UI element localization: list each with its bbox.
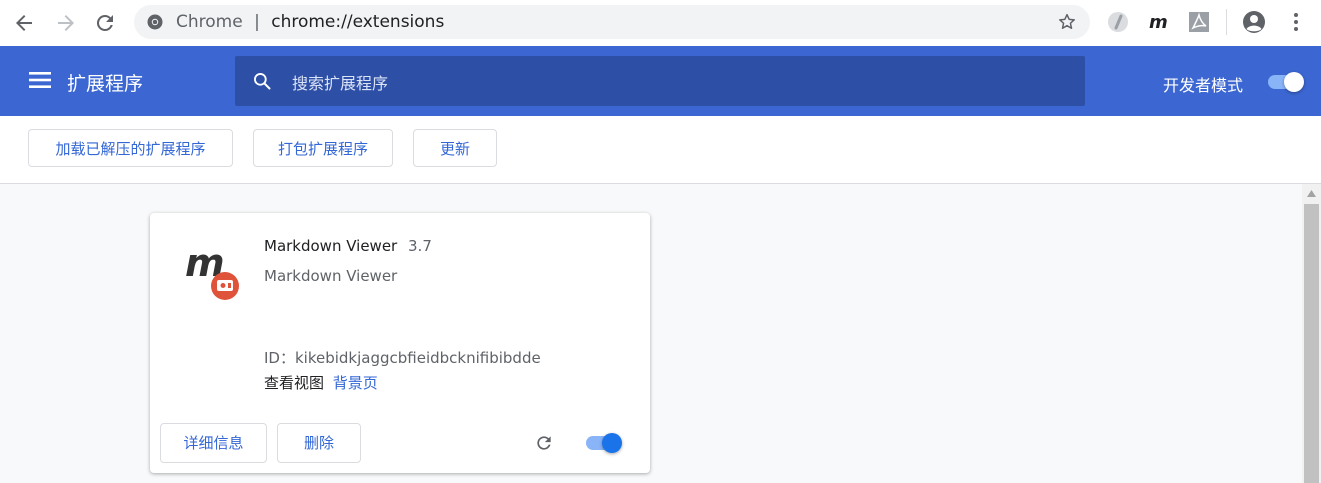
omnibox-url: chrome://extensions bbox=[271, 12, 445, 32]
markdown-viewer-extension-icon[interactable]: m bbox=[1147, 10, 1171, 34]
dev-actions-bar: 加载已解压的扩展程序 打包扩展程序 更新 bbox=[0, 116, 1321, 184]
toolbar-divider bbox=[1226, 9, 1227, 35]
pdf-extension-icon[interactable] bbox=[1187, 10, 1211, 34]
omnibox-separator: | bbox=[254, 12, 260, 32]
scroll-up-arrow-icon[interactable] bbox=[1307, 190, 1316, 197]
back-arrow-icon[interactable] bbox=[12, 11, 36, 35]
search-icon bbox=[253, 73, 271, 90]
extension-reload-icon[interactable] bbox=[1106, 10, 1130, 34]
extension-enable-toggle[interactable] bbox=[586, 433, 622, 453]
dev-mode-toggle-knob bbox=[1284, 72, 1304, 92]
extension-version: 3.7 bbox=[408, 237, 432, 255]
scrollbar[interactable] bbox=[1302, 184, 1321, 483]
extension-title-row: Markdown Viewer 3.7 bbox=[264, 237, 432, 255]
search-box[interactable]: 搜索扩展程序 bbox=[235, 56, 1085, 106]
reload-icon[interactable] bbox=[93, 11, 117, 35]
extension-name: Markdown Viewer bbox=[264, 237, 398, 255]
extension-toggle-knob bbox=[602, 433, 622, 453]
extension-description: Markdown Viewer bbox=[264, 267, 398, 285]
update-button[interactable]: 更新 bbox=[413, 129, 497, 167]
extensions-header: 扩展程序 搜索扩展程序 开发者模式 bbox=[0, 46, 1321, 116]
reload-extension-icon[interactable] bbox=[534, 433, 554, 453]
omnibox-chrome-label: Chrome bbox=[176, 12, 243, 32]
more-menu-icon[interactable] bbox=[1284, 10, 1308, 34]
scrollbar-thumb[interactable] bbox=[1304, 204, 1319, 483]
details-button[interactable]: 详细信息 bbox=[160, 423, 267, 463]
markdown-viewer-logo: m bbox=[183, 240, 243, 300]
remove-button[interactable]: 删除 bbox=[277, 423, 361, 463]
hamburger-menu-icon[interactable] bbox=[29, 70, 51, 90]
load-unpacked-button[interactable]: 加载已解压的扩展程序 bbox=[28, 129, 233, 167]
pack-extension-button[interactable]: 打包扩展程序 bbox=[253, 129, 393, 167]
forward-arrow-icon[interactable] bbox=[54, 11, 78, 35]
dev-mode-label: 开发者模式 bbox=[1163, 76, 1244, 95]
dev-mode-toggle[interactable] bbox=[1268, 72, 1304, 92]
inspect-views-row: 查看视图 背景页 bbox=[264, 372, 378, 393]
browser-toolbar: Chrome | chrome://extensions m bbox=[0, 0, 1321, 47]
extension-id: ID：kikebidkjaggcbfieidbcknifibibdde bbox=[264, 349, 541, 367]
search-input[interactable]: 搜索扩展程序 bbox=[292, 70, 388, 94]
page-title: 扩展程序 bbox=[67, 73, 144, 95]
bookmark-star-icon[interactable] bbox=[1057, 12, 1077, 32]
background-page-link[interactable]: 背景页 bbox=[333, 374, 378, 392]
svg-text:m: m bbox=[1149, 12, 1168, 33]
extension-card: m Markdown Viewer 3.7 Markdown Viewer ID… bbox=[150, 213, 650, 473]
chrome-logo-icon bbox=[147, 14, 163, 30]
omnibox[interactable]: Chrome | chrome://extensions bbox=[134, 5, 1090, 39]
markdown-m-icon: m bbox=[185, 241, 239, 300]
profile-avatar-icon[interactable] bbox=[1242, 10, 1266, 34]
inspect-views-label: 查看视图 bbox=[264, 374, 325, 392]
